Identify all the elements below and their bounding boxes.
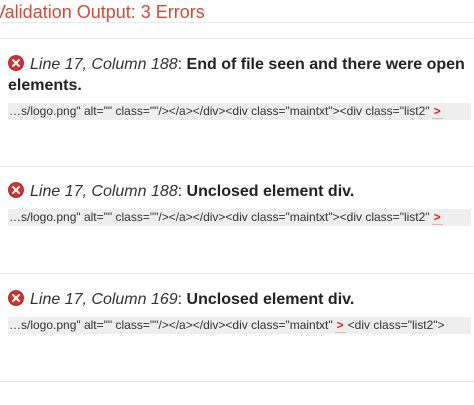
error-item: Line 17, Column 169: Unclosed element di… (8, 289, 474, 334)
error-heading: Line 17, Column 169: Unclosed element di… (8, 289, 474, 310)
divider (0, 38, 474, 39)
error-location: Line 17, Column 169 (30, 291, 178, 308)
divider (0, 381, 474, 382)
error-code-extract: …s/logo.png" alt="" class=""/></a></div>… (8, 317, 471, 334)
code-after: <div class="list2"> (347, 318, 445, 332)
title-divider (0, 22, 474, 23)
error-location: Line 17, Column 188 (30, 183, 178, 200)
code-before: …s/logo.png" alt="" class=""/></a></div>… (9, 104, 430, 118)
error-icon (8, 182, 24, 198)
error-message: Unclosed element div. (186, 291, 355, 308)
code-highlight: > (431, 210, 443, 225)
error-location: Line 17, Column 188 (30, 56, 178, 73)
page-title: Validation Output: 3 Errors (0, 2, 205, 22)
code-highlight: > (431, 104, 443, 119)
error-item: Line 17, Column 188: End of file seen an… (8, 54, 474, 120)
error-heading: Line 17, Column 188: Unclosed element di… (8, 181, 474, 202)
error-icon (8, 290, 24, 306)
error-item: Line 17, Column 188: Unclosed element di… (8, 181, 474, 226)
validation-output-page: Validation Output: 3 Errors Line 17, Col… (0, 0, 474, 405)
divider (0, 166, 474, 167)
error-code-extract: …s/logo.png" alt="" class=""/></a></div>… (8, 103, 471, 120)
error-heading: Line 17, Column 188: End of file seen an… (8, 55, 465, 94)
code-before: …s/logo.png" alt="" class=""/></a></div>… (9, 318, 333, 332)
error-message: Unclosed element div. (186, 183, 355, 200)
code-before: …s/logo.png" alt="" class=""/></a></div>… (9, 210, 430, 224)
code-highlight: > (334, 318, 346, 333)
error-code-extract: …s/logo.png" alt="" class=""/></a></div>… (8, 209, 471, 226)
error-icon (8, 55, 24, 71)
divider (0, 273, 474, 274)
